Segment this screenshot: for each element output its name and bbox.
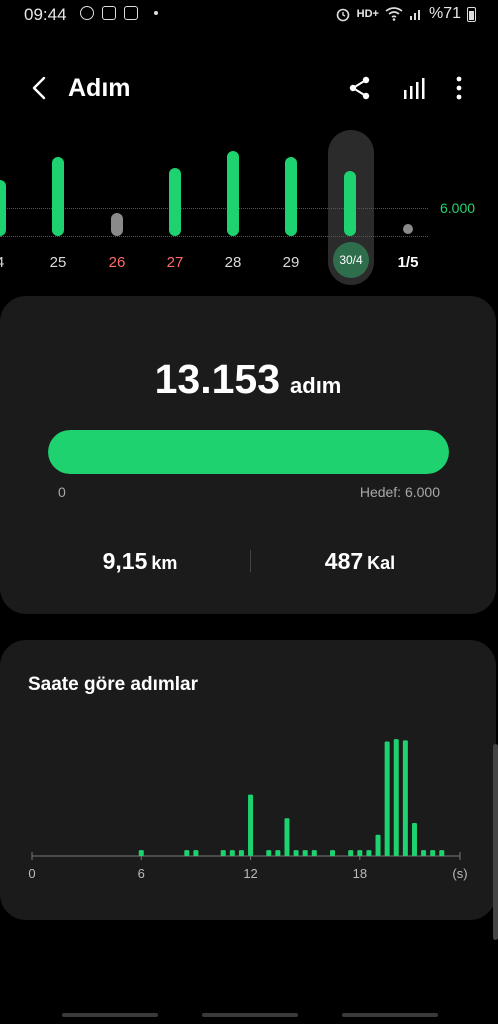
stats-icon[interactable] [400,74,428,102]
status-bar: 09:44 HD+ %71 [0,0,498,30]
hour-bar [411,822,417,856]
hour-bar [393,739,399,856]
day-label[interactable]: 27 [155,254,195,271]
steps-total: 13.153 adım [0,356,496,403]
status-time: 09:44 [24,5,67,24]
day-bar-1[interactable] [52,156,64,236]
calories-metric: 487 Kal [236,548,484,575]
battery-icon [467,6,476,22]
day-label[interactable]: 29 [271,254,311,271]
baseline-line [0,236,428,237]
hour-bar [384,741,390,856]
page-title: Adım [68,74,131,102]
hour-bar [193,850,199,856]
hour-bar [421,850,427,856]
hour-bar [439,850,445,856]
hour-bar [238,850,244,856]
steps-unit: adım [290,373,342,398]
alarm-icon [336,8,349,22]
signal-icon [409,10,420,20]
hourly-steps-chart: 0 6 12 18 (s) [28,739,468,881]
steps-value: 13.153 [154,356,281,402]
nav-home-button[interactable] [202,1013,298,1017]
share-icon[interactable] [346,74,374,102]
goal-progress-bar [48,430,449,474]
hour-bar [138,850,144,856]
hour-bar [357,850,363,856]
day-bar-5[interactable] [285,156,297,236]
axis-label: 18 [353,866,367,881]
hour-bar [184,850,190,856]
hourly-steps-card[interactable]: Saate göre adımlar 0 6 12 18 (s) [0,640,496,920]
hour-bar [402,740,408,856]
scrollbar[interactable] [493,744,498,940]
hour-bar [284,818,290,856]
axis-label: (s) [452,866,467,881]
day-bar-2[interactable] [111,213,123,236]
axis-label: 12 [243,866,257,881]
nav-recent-button[interactable] [62,1013,158,1017]
day-bar-0[interactable] [0,179,6,236]
progress-min-label: 0 [58,484,66,500]
more-options-icon[interactable] [447,74,471,102]
day-dot-7[interactable] [403,224,413,234]
whatsapp-icon [80,6,94,20]
day-bar-6[interactable] [344,170,356,236]
system-nav-bar [0,1000,498,1024]
axis-label: 6 [138,866,145,881]
daily-steps-strip: 6.000 30/4 4 25 26 27 28 29 1/5 [0,128,498,288]
hour-bar [248,794,254,856]
calories-unit: Kal [367,553,396,573]
day-label[interactable]: 1/5 [388,254,428,271]
hd-voice-label: HD+ [356,8,379,20]
day-bar-3[interactable] [169,168,181,236]
camera-icon [124,6,138,20]
hour-bar [275,850,281,856]
distance-unit: km [151,553,178,573]
hour-bar [266,850,272,856]
day-label[interactable]: 4 [0,254,20,271]
hour-bar [220,850,226,856]
hour-bar [375,834,381,856]
goal-progress-fill [48,430,449,474]
day-bar-4[interactable] [227,151,239,236]
hour-bar [293,850,299,856]
more-notifications-dot [154,11,158,15]
hour-bar [348,850,354,856]
day-label[interactable]: 26 [97,254,137,271]
wifi-icon [385,7,403,21]
axis-label: 0 [28,866,35,881]
status-right: HD+ %71 [335,5,476,23]
image-icon [102,6,116,20]
selected-day-badge[interactable]: 30/4 [333,242,369,278]
hour-bar [229,850,235,856]
battery-percent: %71 [428,5,461,22]
nav-back-button[interactable] [342,1013,438,1017]
goal-line-label: 6.000 [440,200,476,216]
notification-icons [80,6,158,20]
hour-bar [330,850,336,856]
hour-bar [430,850,436,856]
goal-line [0,208,428,209]
day-label[interactable]: 25 [38,254,78,271]
hour-bar [366,850,372,856]
day-label[interactable]: 28 [213,254,253,271]
hour-bar [311,850,317,856]
progress-goal-label: Hedef: 6.000 [359,484,440,500]
steps-summary-card: 13.153 adım 0 Hedef: 6.000 9,15 km 487 Kal [0,296,496,614]
app-bar: Adım [0,60,498,116]
hour-bar [302,850,308,856]
distance-metric: 9,15 km [16,548,264,575]
back-button[interactable] [24,72,56,104]
calories-value: 487 [324,548,364,574]
distance-value: 9,15 [102,548,148,574]
